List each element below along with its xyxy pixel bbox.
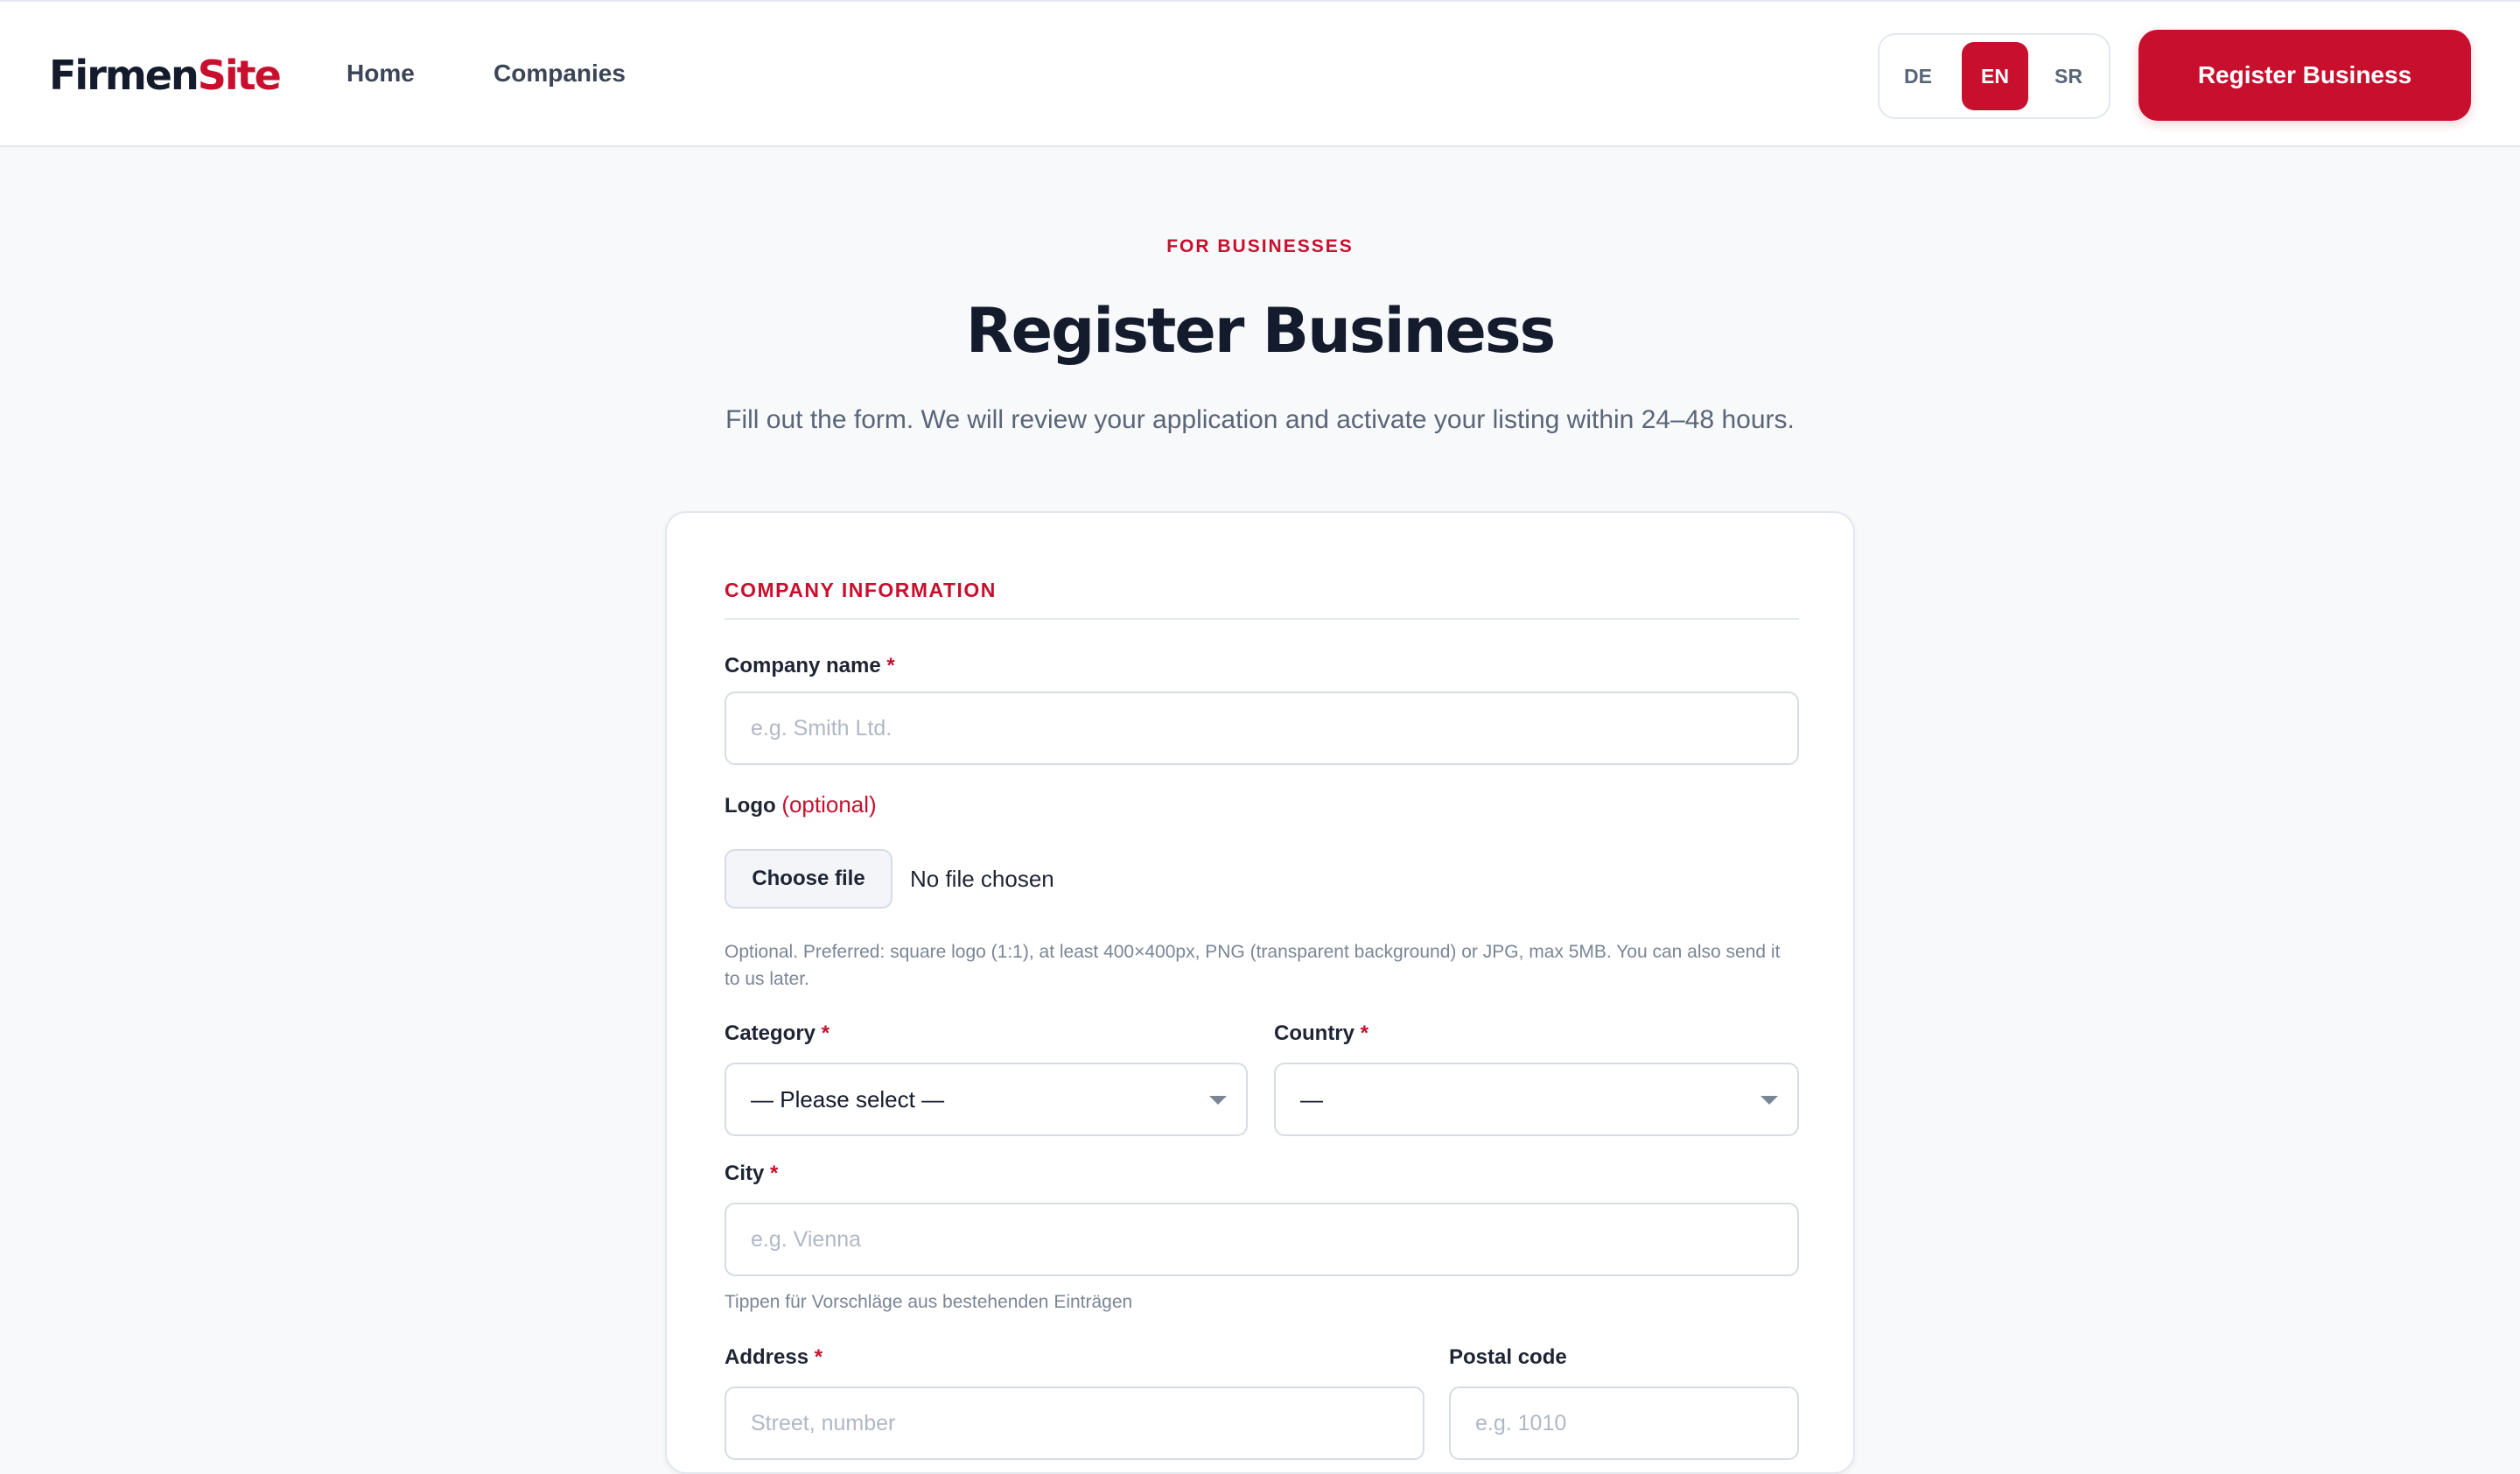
language-option-en[interactable]: EN bbox=[1962, 42, 2028, 110]
city-placeholder: e.g. Vienna bbox=[751, 1227, 862, 1252]
address-input[interactable]: Street, number bbox=[724, 1386, 1424, 1460]
logo-text-firmen: Firmen bbox=[49, 52, 200, 99]
address-label-text: Address bbox=[724, 1345, 809, 1369]
choose-file-button[interactable]: Choose file bbox=[724, 849, 892, 909]
nav-link-home[interactable]: Home bbox=[346, 56, 415, 91]
category-label: Category * bbox=[724, 1019, 830, 1049]
city-hint-text: Tippen für Vorschläge aus bestehenden Ei… bbox=[724, 1292, 1133, 1312]
logo-hint-text: Optional. Preferred: square logo (1:1), … bbox=[724, 942, 1781, 989]
country-label: Country * bbox=[1274, 1019, 1368, 1049]
logo-text-site: Site bbox=[197, 52, 282, 99]
postal-code-placeholder: e.g. 1010 bbox=[1475, 1411, 1567, 1435]
postal-code-label: Postal code bbox=[1449, 1343, 1567, 1372]
company-name-label-text: Company name bbox=[724, 654, 881, 677]
postal-code-label-text: Postal code bbox=[1449, 1345, 1567, 1369]
category-select-value: — Please select — bbox=[751, 1086, 945, 1113]
required-marker: * bbox=[814, 1345, 823, 1369]
postal-code-input[interactable]: e.g. 1010 bbox=[1449, 1386, 1799, 1460]
logo-label-text: Logo bbox=[724, 794, 776, 818]
city-label: City * bbox=[724, 1159, 778, 1189]
country-label-text: Country bbox=[1274, 1021, 1354, 1045]
address-placeholder: Street, number bbox=[751, 1411, 896, 1435]
language-switcher: DE EN SR bbox=[1878, 33, 2110, 119]
section-title-company-information: COMPANY INFORMATION bbox=[724, 579, 997, 601]
optional-marker: (optional) bbox=[781, 791, 877, 818]
company-name-label: Company name * bbox=[724, 651, 895, 681]
registration-form-card: COMPANY INFORMATION Company name * e.g. … bbox=[665, 511, 1855, 1474]
required-marker: * bbox=[770, 1162, 779, 1185]
city-label-text: City bbox=[724, 1162, 765, 1185]
required-marker: * bbox=[821, 1021, 830, 1045]
site-logo[interactable]: FirmenSite bbox=[49, 47, 282, 103]
country-select[interactable]: — bbox=[1274, 1063, 1799, 1136]
register-business-button[interactable]: Register Business bbox=[2138, 30, 2471, 121]
required-marker: * bbox=[886, 654, 895, 677]
page-subtitle: Fill out the form. We will review your a… bbox=[725, 405, 1795, 434]
nav-link-companies[interactable]: Companies bbox=[494, 56, 626, 91]
country-select-value: — bbox=[1300, 1086, 1323, 1113]
category-label-text: Category bbox=[724, 1021, 816, 1045]
address-label: Address * bbox=[724, 1343, 822, 1372]
category-select[interactable]: — Please select — bbox=[724, 1063, 1248, 1136]
top-navigation-bar: FirmenSite Home Companies DE EN SR Regis… bbox=[0, 0, 2520, 147]
hero-kicker: FOR BUSINESSES bbox=[1166, 236, 1354, 256]
section-divider bbox=[724, 618, 1799, 620]
company-name-input[interactable]: e.g. Smith Ltd. bbox=[724, 691, 1799, 765]
logo-label: Logo (optional) bbox=[724, 790, 877, 821]
file-status-text: No file chosen bbox=[910, 866, 1054, 892]
language-option-sr[interactable]: SR bbox=[2035, 42, 2102, 110]
required-marker: * bbox=[1360, 1021, 1369, 1045]
language-option-de[interactable]: DE bbox=[1885, 42, 1951, 110]
chevron-down-icon bbox=[1209, 1096, 1227, 1105]
company-name-placeholder: e.g. Smith Ltd. bbox=[751, 716, 892, 741]
city-input[interactable]: e.g. Vienna bbox=[724, 1203, 1799, 1276]
chevron-down-icon bbox=[1760, 1096, 1778, 1105]
page-title: Register Business bbox=[965, 295, 1556, 367]
